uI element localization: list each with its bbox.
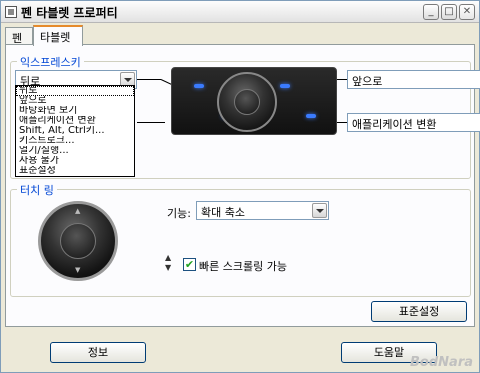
watermark: BodNara [410,355,473,370]
dropdown-item[interactable]: 사용 불가 [16,156,134,166]
app-icon [5,6,17,18]
express-key-right-bottom-select[interactable]: 애플리케이션 변환 [347,113,480,132]
select-value: 확대 축소 [201,206,245,219]
touch-ring-icon [217,72,277,132]
close-button[interactable]: ✕ [459,4,475,20]
express-key-dropdown-list[interactable]: 뒤로 앞으로 바탕화면 보기 애플리케이션 변환 Shift, Alt, Ctr… [15,85,135,177]
fast-scroll-checkbox[interactable]: ✔ [183,258,196,271]
connector-line [137,79,161,80]
tab-pen[interactable]: 펜 [5,27,33,45]
tablet-properties-window: 펜 타블렛 프로퍼티 _ □ ✕ 펜 타블렛 익스프레스키 뒤로 뒤로 앞으로 … [0,0,480,373]
express-keys-label: 익스프레스키 [17,54,84,70]
arrow-up-icon: ▲ [75,207,81,215]
maximize-button[interactable]: □ [441,4,457,20]
default-settings-button[interactable]: 표준설정 [371,301,467,322]
connector-line [137,122,165,123]
dropdown-item[interactable]: 뒤로 [16,86,134,96]
tab-tablet[interactable]: 타블렛 [33,25,83,46]
touch-ring-center-icon [60,223,96,259]
touch-ring-label: 터치 링 [17,182,57,198]
express-key-right-top-select[interactable]: 앞으로 [347,70,480,89]
touch-ring-function-select[interactable]: 확대 축소 [196,201,329,220]
select-value: 앞으로 [352,75,383,88]
express-key-led-icon [194,84,204,88]
arrow-up-icon: ▲ [165,253,172,262]
touch-ring-center-icon [234,89,260,115]
express-key-led-icon [306,114,316,118]
arrow-down-icon: ▼ [75,266,81,274]
select-value: 애플리케이션 변환 [352,118,437,131]
express-key-led-icon [280,84,290,88]
arrow-down-icon: ▼ [165,263,172,272]
info-button[interactable]: 정보 [50,342,146,363]
function-label: 기능: [167,207,191,220]
dropdown-item[interactable]: Shift, Alt, Ctrl키... [16,126,134,136]
dropdown-item[interactable]: 표준설정 [16,166,134,176]
title-bar[interactable]: 펜 타블렛 프로퍼티 _ □ ✕ [1,1,479,23]
tablet-express-keys-image [171,67,337,135]
dropdown-item[interactable]: 바탕화면 보기 [16,106,134,116]
dropdown-item[interactable]: 애플리케이션 변환 [16,116,134,126]
scroll-arrows-icon: ▲ ▼ [165,253,171,273]
dropdown-item[interactable]: 열기/실행... [16,146,134,156]
dropdown-item[interactable]: 키스트로크... [16,136,134,146]
chevron-down-icon[interactable] [312,203,327,218]
fast-scroll-label[interactable]: 빠른 스크롤링 가능 [199,258,287,274]
touch-ring-image: ▲ ▼ [38,201,118,281]
dropdown-item[interactable]: 앞으로 [16,96,134,106]
minimize-button[interactable]: _ [423,4,439,20]
window-title: 펜 타블렛 프로퍼티 [21,6,118,20]
